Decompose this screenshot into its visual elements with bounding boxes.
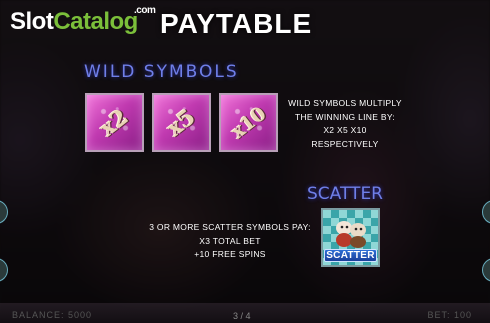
scatter-characters-icon [336,221,366,248]
wild-x10-label: x10 [226,102,271,143]
scatter-symbol: SCATTER [321,208,380,267]
wild-desc-line: WILD SYMBOLS MULTIPLY [288,98,402,108]
scatter-description: 3 OR MORE SCATTER SYMBOLS PAY: X3 TOTAL … [140,221,320,262]
wild-desc-line: X2 X5 X10 [323,125,367,135]
overlay-dim [0,0,490,323]
wild-symbols-row: x2 x5 x10 [85,93,278,152]
wild-desc-line: THE WINNING LINE BY: [295,111,395,122]
wild-x5-symbol: x5 [152,93,211,152]
logo-catalog-text: Catalog [53,8,138,35]
balance-label: BALANCE: 5000 [12,310,93,320]
wild-x10-symbol: x10 [219,93,278,152]
scatter-heading: SCATTER [307,184,383,204]
page-title: PAYTABLE [160,8,313,39]
scatter-tile-label: SCATTER [324,249,377,262]
scatter-desc-line: 3 OR MORE SCATTER SYMBOLS PAY: [149,222,311,232]
wild-desc-line: RESPECTIVELY [311,138,379,149]
bottom-bar: BALANCE: 5000 3 / 4 BET: 100 [0,303,490,323]
logo-com-text: .com [134,5,156,16]
wild-x5-label: x5 [162,103,201,142]
scatter-desc-line: +10 FREE SPINS [194,249,266,259]
wild-description: WILD SYMBOLS MULTIPLY THE WINNING LINE B… [285,97,405,151]
logo-slot-text: Slot [10,8,54,35]
slotcatalog-logo: SlotCatalog .com [10,6,156,35]
wild-symbols-heading: WILD SYMBOLS [84,62,239,82]
bet-label: BET: 100 [427,310,472,320]
scatter-desc-line: X3 TOTAL BET [199,235,261,246]
wild-x2-label: x2 [95,103,134,142]
page-indicator: 3 / 4 [233,311,251,321]
wild-x2-symbol: x2 [85,93,144,152]
